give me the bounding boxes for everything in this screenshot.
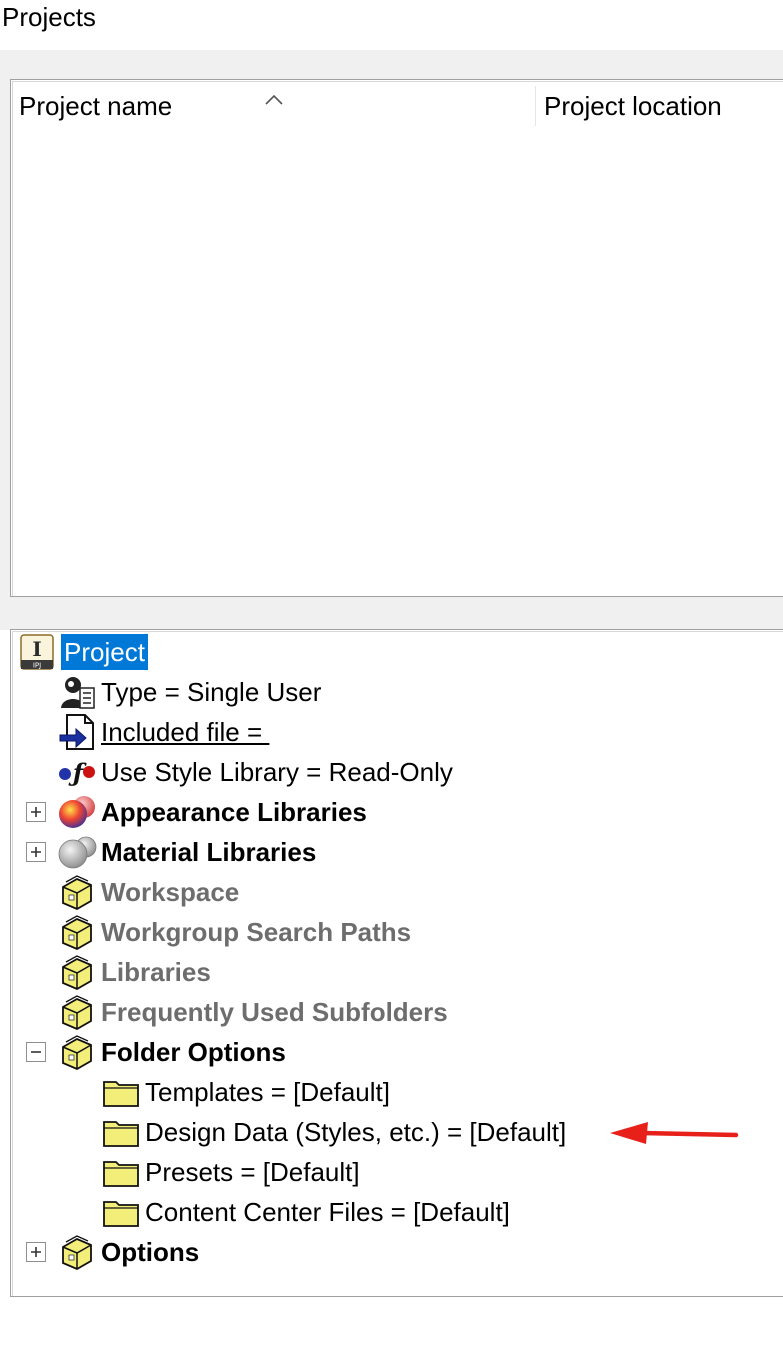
tree-item-type[interactable]: Type = Single User — [57, 672, 321, 712]
tree-item-label: Appearance Libraries — [101, 797, 367, 827]
tree-item-project[interactable]: I IPJ Project — [17, 632, 148, 672]
tree-item-label: Options — [101, 1237, 200, 1267]
tree-item-label: Presets = [Default] — [145, 1157, 360, 1187]
column-header-project-location[interactable]: Project location — [535, 86, 783, 126]
tree-item-libraries[interactable]: Libraries — [57, 952, 211, 992]
tree-item-templates[interactable]: Templates = [Default] — [101, 1072, 390, 1112]
tree-item-label: Use Style Library = Read-Only — [101, 757, 453, 787]
plus-icon — [31, 807, 41, 817]
tree-item-label: Material Libraries — [101, 837, 317, 867]
tree-item-style-library[interactable]: ƒ Use Style Library = Read-Only — [57, 752, 453, 792]
folder-icon — [101, 1193, 141, 1231]
expand-button-material-libraries[interactable] — [26, 842, 46, 862]
tree-item-label: Workgroup Search Paths — [101, 917, 412, 947]
minus-icon — [31, 1051, 41, 1053]
annotation-arrow-icon — [610, 1122, 739, 1144]
window-title: Projects — [2, 2, 96, 32]
folder-icon — [101, 1113, 141, 1151]
tree-item-label: Folder Options — [101, 1037, 286, 1067]
folder-options-icon — [57, 913, 97, 951]
tree-item-label: Design Data (Styles, etc.) = [Default] — [145, 1117, 567, 1147]
folder-options-icon — [57, 1233, 97, 1271]
plus-icon — [31, 1247, 41, 1257]
project-list[interactable]: Project name Project location — [10, 79, 783, 597]
tree-item-workspace[interactable]: Workspace — [57, 872, 239, 912]
tree-item-workgroup-search-paths[interactable]: Workgroup Search Paths — [57, 912, 411, 952]
column-header-project-name[interactable]: Project name — [11, 86, 535, 126]
folder-options-icon — [57, 993, 97, 1031]
tree-item-label: Libraries — [101, 957, 211, 987]
expand-button-appearance-libraries[interactable] — [26, 802, 46, 822]
column-header-label: Project name — [19, 91, 173, 121]
included-file-icon — [57, 713, 97, 751]
material-spheres-icon — [57, 833, 97, 871]
sort-ascending-icon — [265, 94, 283, 105]
folder-options-icon — [57, 953, 97, 991]
tree-item-design-data[interactable]: Design Data (Styles, etc.) = [Default] — [101, 1112, 566, 1152]
tree-item-label: Content Center Files = [Default] — [145, 1197, 510, 1227]
tree-item-label: Project — [61, 634, 148, 670]
tree-item-presets[interactable]: Presets = [Default] — [101, 1152, 360, 1192]
tree-item-label: Type = Single User — [101, 677, 322, 707]
plus-icon — [31, 847, 41, 857]
single-user-icon — [57, 673, 97, 711]
expand-button-options[interactable] — [26, 1242, 46, 1262]
tree-item-label: Included file = — [101, 717, 270, 747]
tree-item-label: Frequently Used Subfolders — [101, 997, 448, 1027]
tree-item-folder-options[interactable]: Folder Options — [57, 1032, 286, 1072]
tree-item-appearance-libraries[interactable]: Appearance Libraries — [57, 792, 367, 832]
ipj-file-icon: I IPJ — [17, 633, 57, 671]
project-settings-tree[interactable]: I IPJ Project Type = Single User Include… — [10, 629, 783, 1297]
tree-item-included-file[interactable]: Included file = — [57, 712, 269, 752]
tree-item-options[interactable]: Options — [57, 1232, 199, 1272]
folder-icon — [101, 1153, 141, 1191]
tree-item-label: Templates = [Default] — [145, 1077, 390, 1107]
tree-item-frequently-used-subfolders[interactable]: Frequently Used Subfolders — [57, 992, 448, 1032]
folder-options-icon — [57, 873, 97, 911]
folder-options-icon — [57, 1033, 97, 1071]
tree-item-label: Workspace — [101, 877, 240, 907]
svg-text:I: I — [32, 637, 41, 661]
appearance-spheres-icon — [57, 793, 97, 831]
tree-item-material-libraries[interactable]: Material Libraries — [57, 832, 316, 872]
tree-item-content-center-files[interactable]: Content Center Files = [Default] — [101, 1192, 510, 1232]
collapse-button-folder-options[interactable] — [26, 1042, 46, 1062]
folder-icon — [101, 1073, 141, 1111]
style-library-icon: ƒ — [57, 753, 97, 791]
column-header-label: Project location — [544, 91, 722, 121]
ipj-badge: IPJ — [33, 662, 41, 670]
